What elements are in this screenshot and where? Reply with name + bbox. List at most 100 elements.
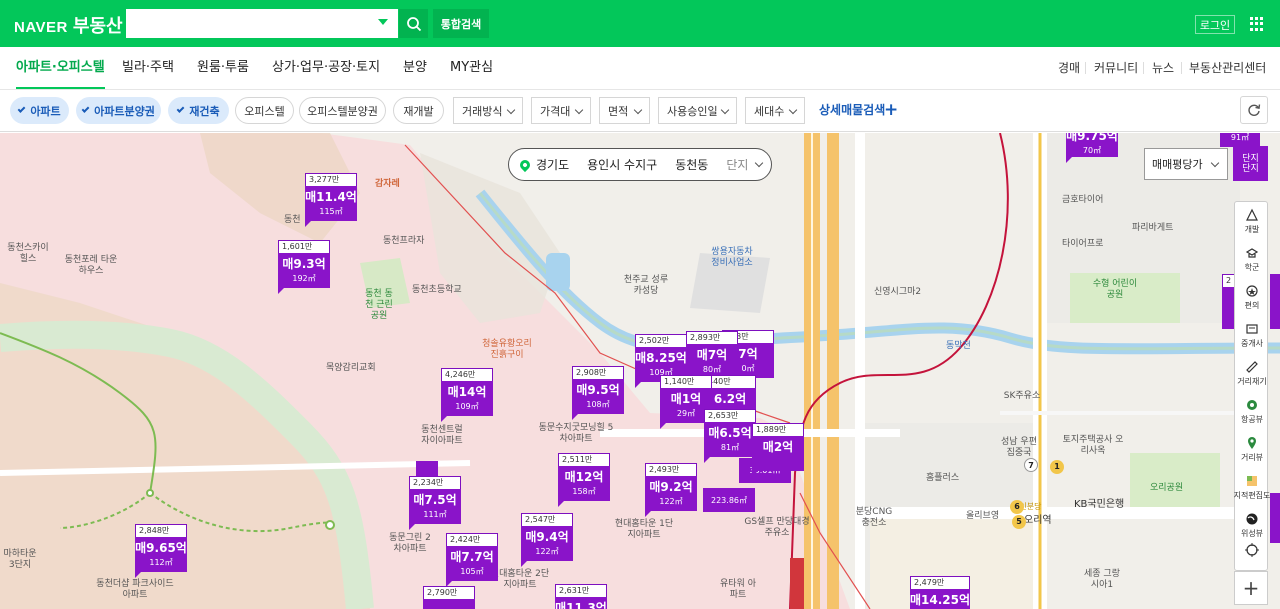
tab-apartment-officetel[interactable]: 아파트·오피스텔 (16, 47, 105, 89)
subway-line-badge: 5 (1012, 515, 1026, 529)
listing-marker[interactable]: 2,493만 매9.2억 122㎡ (645, 463, 697, 517)
listing-marker[interactable]: 2,790만 (423, 586, 475, 609)
listing-marker[interactable]: 2,547만 매9.4억 122㎡ (521, 513, 573, 567)
development-icon (1246, 208, 1258, 221)
place-label: 토지주택공사 오리사옥 (1062, 435, 1124, 456)
filter-chip-officetel[interactable]: 오피스텔 (235, 97, 294, 124)
place-label: 쌍용자동차 정비사업소 (711, 247, 753, 268)
place-label: 신영시그마2 (874, 287, 922, 297)
place-label: 동천센트럴 자이아파트 (421, 425, 463, 446)
breadcrumb-dong[interactable]: 동천동 (675, 156, 708, 173)
dropdown-area[interactable]: 면적 (599, 97, 650, 124)
filter-chip-reconstruction[interactable]: 재건축 (168, 97, 229, 124)
filter-chip-redevelopment[interactable]: 재개발 (393, 97, 444, 124)
breadcrumb-province[interactable]: 경기도 (536, 156, 569, 173)
zoom-in-button[interactable]: + (1234, 571, 1268, 605)
link-community[interactable]: 커뮤니티 (1094, 47, 1138, 89)
listing-marker[interactable] (1270, 274, 1280, 329)
dropdown-household-count[interactable]: 세대수 (745, 97, 805, 124)
tool-aerial-view[interactable]: 항공뷰 (1235, 392, 1269, 430)
nav-divider (1143, 62, 1144, 74)
search-caret-icon[interactable] (378, 19, 388, 25)
listing-marker[interactable]: 2,234만 매7.5억 111㎡ (409, 476, 461, 530)
tab-commercial-land[interactable]: 상가·업무·공장·토지 (272, 47, 380, 89)
login-button[interactable]: 로그인 (1195, 15, 1235, 34)
tab-villa-house[interactable]: 빌라·주택 (122, 47, 174, 89)
tab-presale[interactable]: 분양 (403, 47, 427, 89)
top-bar: NAVER 부동산 통합검색 로그인 (0, 0, 1280, 47)
listing-marker[interactable]: 2,908만 매9.5억 108㎡ (572, 366, 624, 420)
listing-marker[interactable]: 2,893만 매7억 80㎡ (686, 331, 738, 385)
complex-toggle-button[interactable]: 단지 단지 (1233, 146, 1268, 181)
dropdown-deal-type[interactable]: 거래방식 (453, 97, 523, 124)
satellite-icon (1246, 513, 1258, 524)
station-label[interactable]: 오리역 (1024, 515, 1052, 526)
place-label: 분당CNG 충전소 (855, 507, 893, 528)
listing-marker[interactable]: 223.86㎡ (703, 488, 755, 536)
listing-marker[interactable]: 2,479만 매14.25억 (910, 576, 970, 609)
place-label: 천주교 성루카성당 (623, 275, 669, 296)
detail-listing-search-link[interactable]: 상세매물검색 (819, 97, 885, 124)
listing-marker[interactable]: 2,653만 매6.5억 81㎡ (704, 409, 756, 463)
dropdown-price-range[interactable]: 가격대 (531, 97, 591, 124)
aerial-icon (1247, 399, 1257, 410)
place-label: 금호타이어 (1062, 195, 1104, 205)
listing-marker[interactable]: 2,848만 매9.65억 112㎡ (135, 524, 187, 578)
nav-divider (1085, 62, 1086, 74)
tool-my-location[interactable] (1235, 532, 1269, 570)
total-search-button[interactable]: 통합검색 (433, 9, 489, 38)
chevron-down-icon (788, 105, 798, 115)
plus-icon[interactable]: + (884, 97, 898, 124)
map-canvas[interactable]: 감자레 동천프라자 동천스카이 힐스 동천포레 타운하우스 동천 동천 근린공원… (0, 133, 1280, 609)
place-label: 목양감리교회 (326, 363, 376, 373)
filter-chip-apartment[interactable]: 아파트 (10, 97, 69, 124)
place-label: 유타워 아파트 (720, 579, 756, 600)
check-icon (17, 105, 26, 113)
place-label: 현대홈타운 2단지아파트 (490, 569, 550, 590)
search-box (126, 9, 398, 38)
tool-convenience[interactable]: 편의 (1235, 278, 1269, 316)
link-broker-center[interactable]: 부동산관리센터 (1189, 47, 1266, 89)
apps-grid-icon[interactable] (1250, 17, 1264, 31)
tool-development[interactable]: 개발 (1235, 202, 1269, 240)
breadcrumb-city[interactable]: 용인시 수지구 (587, 156, 657, 173)
location-breadcrumb[interactable]: 경기도 용인시 수지구 동천동 단지 (508, 148, 772, 181)
tool-cadastral-map[interactable]: 지적편집도 (1234, 468, 1270, 506)
place-label: 동천스카이 힐스 (7, 243, 49, 264)
listing-marker[interactable]: 2,631만 매11.3억 (555, 584, 607, 609)
link-auction[interactable]: 경매 (1058, 47, 1080, 89)
dropdown-approval-date[interactable]: 사용승인일 (658, 97, 737, 124)
map-tools-panel: 개발 학군 편의 중개사 거리재기 항공뷰 거리뷰 지적편집도 위성뷰 (1234, 201, 1270, 571)
tab-my-interest[interactable]: MY관심 (450, 47, 493, 89)
place-label: 수형 어린이공원 (1092, 279, 1138, 300)
place-label: 동천포레 타운하우스 (64, 255, 118, 276)
place-label: 마하타운 3단지 (3, 549, 37, 570)
listing-marker[interactable]: 3,277만 매11.4억 115㎡ (305, 173, 357, 227)
listing-marker[interactable]: 1,889만 매2억 (752, 423, 804, 477)
listing-marker[interactable]: 2,511만 매12억 158㎡ (558, 453, 610, 507)
breadcrumb-complex[interactable]: 단지 (726, 156, 748, 173)
refresh-button[interactable] (1240, 96, 1268, 124)
listing-marker[interactable]: 1,601만 매9.3억 192㎡ (278, 240, 330, 294)
filter-chip-officetel-presale[interactable]: 오피스텔분양권 (299, 97, 386, 124)
tool-measure-distance[interactable]: 거리재기 (1235, 354, 1269, 392)
filter-bar: 아파트 아파트분양권 재건축 오피스텔 오피스텔분양권 재개발 거래방식 가격대… (0, 90, 1280, 132)
logo-service: 부동산 (72, 16, 123, 37)
filter-chip-apartment-presale[interactable]: 아파트분양권 (76, 97, 161, 124)
price-per-pyeong-dropdown[interactable]: 매매평당가 (1144, 148, 1228, 180)
tool-street-view[interactable]: 거리뷰 (1235, 430, 1269, 468)
place-label: SK주유소 (1003, 391, 1041, 401)
listing-marker[interactable]: 4,246만 매14억 109㎡ (441, 368, 493, 422)
search-input[interactable] (134, 9, 374, 38)
tab-oneroom-tworoom[interactable]: 원룸·투룸 (197, 47, 249, 89)
listing-marker[interactable]: 2,424만 매7.7억 105㎡ (446, 533, 498, 587)
naver-realestate-logo[interactable]: NAVER 부동산 (14, 12, 123, 37)
tool-broker[interactable]: 중개사 (1235, 316, 1269, 354)
place-label: 올리브영 (966, 511, 1000, 521)
search-button[interactable] (399, 9, 428, 38)
link-news[interactable]: 뉴스 (1152, 47, 1174, 89)
listing-marker[interactable] (1270, 493, 1280, 543)
school-icon (1245, 247, 1259, 258)
tool-school-district[interactable]: 학군 (1235, 240, 1269, 278)
listing-marker[interactable]: 매9.75억 70㎡ (1066, 133, 1118, 173)
